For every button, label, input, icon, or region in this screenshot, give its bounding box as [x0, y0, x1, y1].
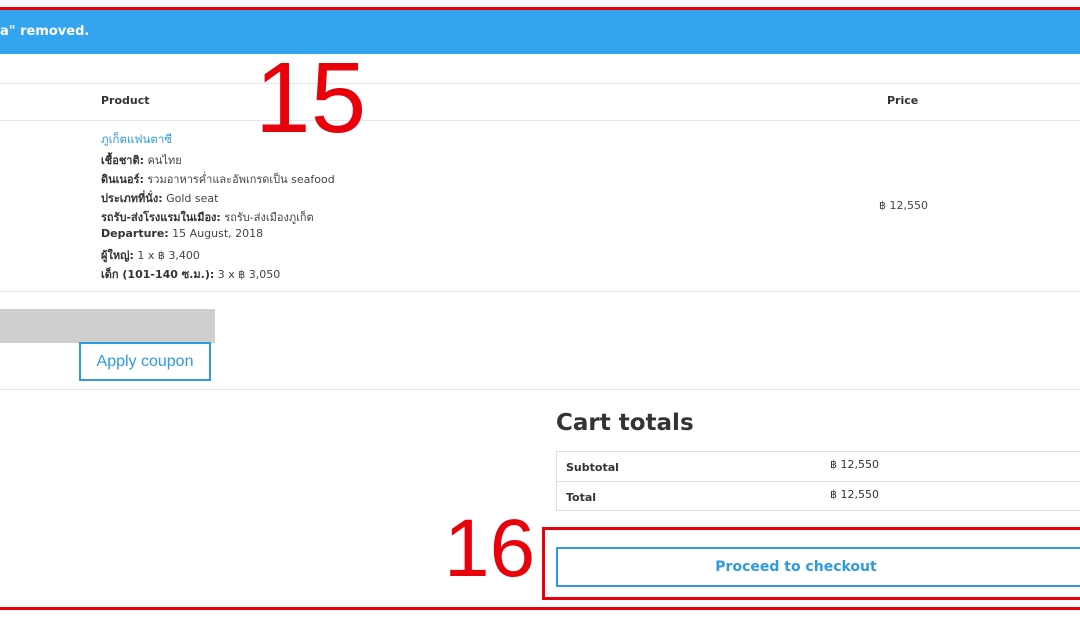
meta-key: ผู้ใหญ่: — [101, 249, 134, 262]
coupon-code-input[interactable] — [0, 309, 215, 343]
meta-key: รถรับ-ส่งโรงแรมในเมือง: — [101, 211, 221, 224]
meta-value: 15 August, 2018 — [168, 227, 264, 240]
meta-key: เชื้อชาติ: — [101, 154, 145, 167]
meta-key: เด็ก (101-140 ซ.ม.): — [101, 268, 215, 281]
proceed-to-checkout-button[interactable]: Proceed to checkout — [556, 547, 1080, 587]
meta-key: ประเภทที่นั่ง: — [101, 192, 163, 205]
total-label: Total — [566, 491, 597, 504]
cart-totals-heading: Cart totals — [556, 410, 694, 436]
product-meta-item: เด็ก (101-140 ซ.ม.): 3 x ฿ 3,050 — [101, 265, 280, 283]
annotation-step-number: 15 — [255, 42, 367, 154]
divider — [0, 120, 1080, 121]
meta-value: 1 x ฿ 3,400 — [133, 249, 200, 262]
apply-coupon-button[interactable]: Apply coupon — [79, 342, 211, 381]
product-meta-item: เชื้อชาติ: คนไทย — [101, 151, 182, 169]
cart-totals-table: Subtotal ฿ 12,550 Total ฿ 12,550 — [556, 451, 1080, 511]
column-header-product: Product — [101, 94, 150, 107]
meta-value: 3 x ฿ 3,050 — [214, 268, 281, 281]
notice-text: a" removed. — [0, 24, 90, 39]
totals-row-divider — [557, 481, 1080, 482]
divider — [0, 291, 1080, 292]
meta-key: Departure: — [101, 227, 169, 240]
product-meta-item: รถรับ-ส่งโรงแรมในเมือง: รถรับ-ส่งเมืองภู… — [101, 208, 314, 226]
subtotal-value: ฿ 12,550 — [830, 458, 879, 471]
product-meta-item: Departure: 15 August, 2018 — [101, 227, 263, 240]
product-price: ฿ 12,550 — [879, 199, 928, 212]
subtotal-label: Subtotal — [566, 461, 619, 474]
meta-value: คนไทย — [144, 154, 182, 167]
meta-value: รวมอาหารค่ำและอัพเกรดเป็น seafood — [143, 173, 335, 186]
meta-key: ดินเนอร์: — [101, 173, 144, 186]
product-meta-item: ดินเนอร์: รวมอาหารค่ำและอัพเกรดเป็น seaf… — [101, 170, 335, 188]
product-meta-item: ประเภทที่นั่ง: Gold seat — [101, 189, 218, 207]
annotation-step-number: 16 — [444, 503, 536, 594]
divider — [0, 389, 1080, 390]
cart-notice-banner: a" removed. — [0, 10, 1080, 54]
divider — [0, 83, 1080, 84]
annotation-frame-bottom — [0, 607, 1080, 610]
column-header-price: Price — [887, 94, 919, 107]
total-value: ฿ 12,550 — [830, 488, 879, 501]
product-name-link[interactable]: ภูเก็ตแฟนตาซี — [101, 131, 172, 149]
meta-value: Gold seat — [162, 192, 219, 205]
meta-value: รถรับ-ส่งเมืองภูเก็ต — [220, 211, 314, 224]
product-meta-item: ผู้ใหญ่: 1 x ฿ 3,400 — [101, 246, 200, 264]
